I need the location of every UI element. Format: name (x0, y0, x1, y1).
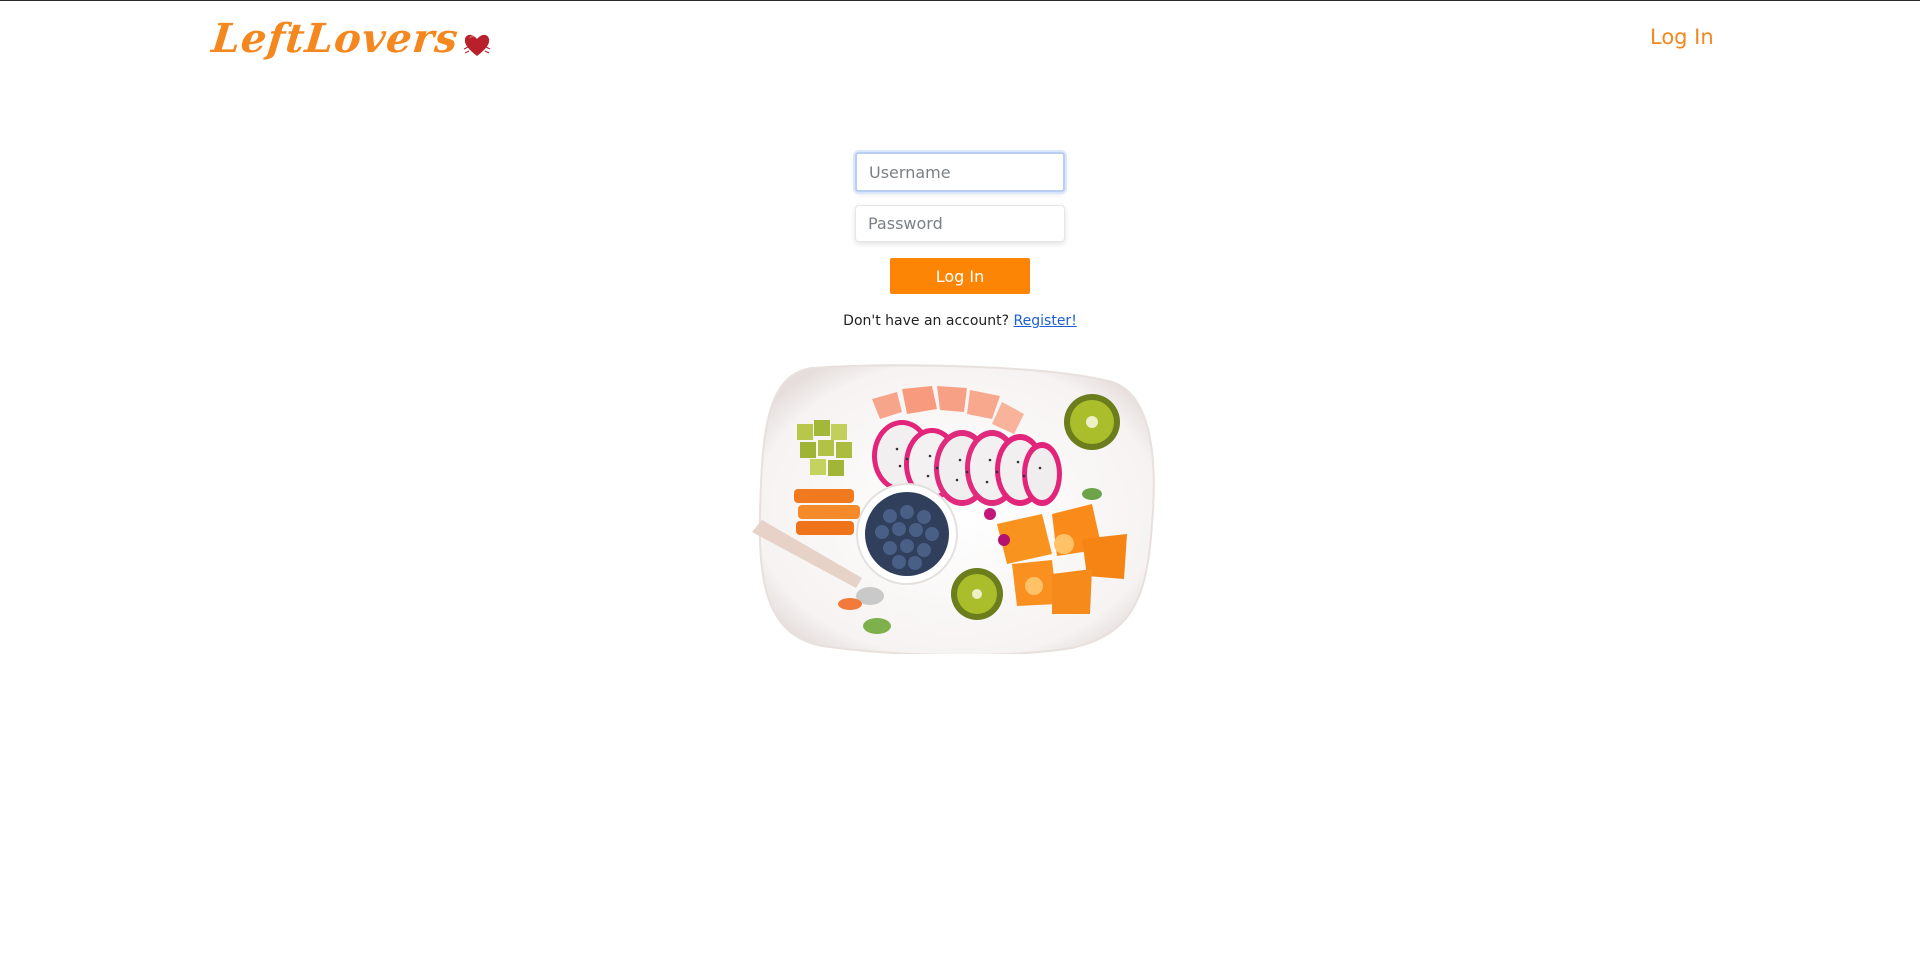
brand-name: LeftLovers (209, 15, 461, 62)
brand-logo[interactable]: LeftLovers (209, 15, 492, 62)
password-input[interactable] (855, 205, 1065, 242)
navbar: LeftLovers Log In (0, 1, 1920, 91)
nav-login-link[interactable]: Log In (1650, 25, 1714, 49)
login-form: Log In (855, 152, 1065, 294)
login-button[interactable]: Log In (890, 258, 1030, 294)
username-input[interactable] (855, 152, 1065, 192)
fruit-platter-image (752, 364, 1155, 654)
register-link[interactable]: Register! (1014, 313, 1077, 329)
heart-icon (464, 34, 491, 56)
register-prompt-text: Don't have an account? (843, 313, 1010, 329)
register-prompt: Don't have an account? Register! (800, 313, 1120, 329)
